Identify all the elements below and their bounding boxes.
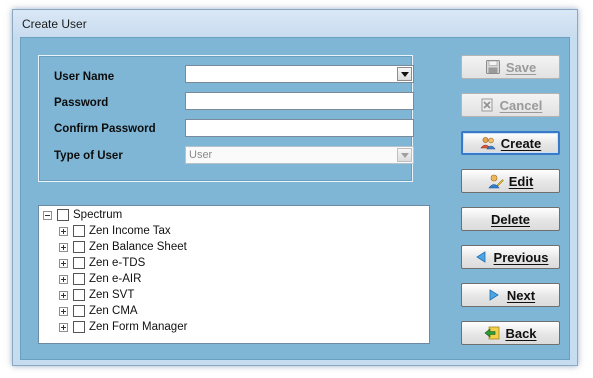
cancel-button-label: Cancel xyxy=(499,97,543,113)
tree-item-checkbox[interactable] xyxy=(73,273,85,285)
chevron-down-icon[interactable] xyxy=(397,67,412,81)
cancel-doc-icon xyxy=(479,97,495,113)
tree-item-label: Zen e-AIR xyxy=(89,273,142,285)
user-name-label: User Name xyxy=(54,71,115,83)
tree-item[interactable]: Zen Form Manager xyxy=(59,320,187,334)
tree-root-item[interactable]: Spectrum xyxy=(43,208,122,222)
expand-icon[interactable] xyxy=(59,226,68,236)
users-icon xyxy=(480,135,496,151)
expand-icon[interactable] xyxy=(59,274,68,284)
user-edit-icon xyxy=(488,173,504,189)
delete-button[interactable]: Delete xyxy=(461,207,560,231)
tree-item-checkbox[interactable] xyxy=(73,289,85,301)
tree-root-label: Spectrum xyxy=(73,209,123,221)
tree-item-label: Zen SVT xyxy=(89,289,135,301)
floppy-disk-icon xyxy=(485,59,501,75)
tree-item[interactable]: Zen SVT xyxy=(59,288,134,302)
tree-item-label: Zen e-TDS xyxy=(89,257,146,269)
tree-item-checkbox[interactable] xyxy=(73,305,85,317)
expand-icon[interactable] xyxy=(59,242,68,252)
delete-button-label: Delete xyxy=(490,211,531,227)
tree-item[interactable]: Zen Income Tax xyxy=(59,224,171,238)
create-user-window: Create User User Name Password Confirm P… xyxy=(12,9,578,366)
expand-icon[interactable] xyxy=(59,258,68,268)
collapse-icon[interactable] xyxy=(43,210,52,220)
next-button-label: Next xyxy=(506,287,536,303)
tree-item-label: Zen Balance Sheet xyxy=(89,241,187,253)
window-title: Create User xyxy=(22,17,87,31)
password-label: Password xyxy=(54,97,109,109)
tree-item[interactable]: Zen Balance Sheet xyxy=(59,240,187,254)
title-bar[interactable]: Create User xyxy=(13,10,577,37)
confirm-password-field[interactable] xyxy=(185,119,414,137)
back-arrow-icon xyxy=(484,325,500,341)
tree-item-checkbox[interactable] xyxy=(73,257,85,269)
type-of-user-value: User xyxy=(189,149,213,161)
cancel-button[interactable]: Cancel xyxy=(461,93,560,117)
create-button[interactable]: Create xyxy=(461,131,560,155)
back-button[interactable]: Back xyxy=(461,321,560,345)
password-field[interactable] xyxy=(185,92,414,110)
back-button-label: Back xyxy=(505,325,537,341)
tree-item-checkbox[interactable] xyxy=(73,241,85,253)
expand-icon[interactable] xyxy=(59,306,68,316)
edit-button[interactable]: Edit xyxy=(461,169,560,193)
tree-item[interactable]: Zen e-TDS xyxy=(59,256,145,270)
save-button-label: Save xyxy=(505,59,537,75)
confirm-password-label: Confirm Password xyxy=(54,123,156,135)
tree-item-checkbox[interactable] xyxy=(73,321,85,333)
save-button[interactable]: Save xyxy=(461,55,560,79)
edit-button-label: Edit xyxy=(508,173,534,189)
tree-item[interactable]: Zen e-AIR xyxy=(59,272,141,286)
previous-button-label: Previous xyxy=(493,249,549,265)
next-button[interactable]: Next xyxy=(461,283,560,307)
triangle-left-icon xyxy=(473,249,489,265)
module-tree[interactable]: Spectrum Zen Income Tax Zen Balance Shee… xyxy=(38,205,430,344)
tree-root-checkbox[interactable] xyxy=(57,209,69,221)
expand-icon[interactable] xyxy=(59,290,68,300)
tree-item-label: Zen Form Manager xyxy=(89,321,188,333)
user-form-panel: User Name Password Confirm Password Type… xyxy=(38,55,414,182)
tree-item-label: Zen CMA xyxy=(89,305,138,317)
user-name-combo[interactable] xyxy=(185,65,414,83)
expand-icon[interactable] xyxy=(59,322,68,332)
create-button-label: Create xyxy=(500,135,542,151)
client-area: User Name Password Confirm Password Type… xyxy=(20,37,570,360)
type-of-user-combo[interactable]: User xyxy=(185,146,414,164)
previous-button[interactable]: Previous xyxy=(461,245,560,269)
type-of-user-label: Type of User xyxy=(54,150,123,162)
tree-item-label: Zen Income Tax xyxy=(89,225,171,237)
chevron-down-icon[interactable] xyxy=(397,148,412,162)
tree-item[interactable]: Zen CMA xyxy=(59,304,138,318)
tree-item-checkbox[interactable] xyxy=(73,225,85,237)
triangle-right-icon xyxy=(486,287,502,303)
